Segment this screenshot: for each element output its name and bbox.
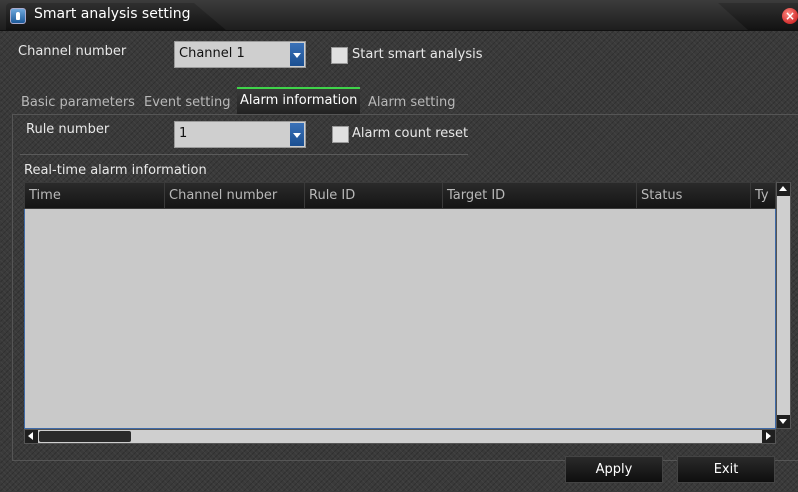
- tab-alarm-information[interactable]: Alarm information: [237, 87, 361, 114]
- tab-event-setting[interactable]: Event setting: [144, 92, 230, 114]
- exit-button[interactable]: Exit: [677, 456, 775, 483]
- apply-button[interactable]: Apply: [565, 456, 663, 483]
- column-header-time[interactable]: Time: [25, 183, 165, 208]
- rule-number-dropdown[interactable]: 1: [174, 121, 306, 148]
- rule-number-label: Rule number: [26, 122, 110, 137]
- tab-basic-parameters[interactable]: Basic parameters: [21, 92, 135, 114]
- window-title: Smart analysis setting: [34, 6, 191, 22]
- scroll-left-icon[interactable]: [25, 430, 38, 443]
- table-body[interactable]: [24, 209, 776, 429]
- scroll-down-icon[interactable]: [777, 415, 790, 428]
- column-header-status[interactable]: Status: [637, 183, 751, 208]
- divider: [20, 154, 468, 155]
- alarm-count-reset-checkbox[interactable]: [332, 126, 349, 143]
- channel-dropdown[interactable]: Channel 1: [174, 41, 306, 68]
- scroll-up-icon[interactable]: [777, 183, 790, 196]
- realtime-section-title: Real-time alarm information: [24, 163, 207, 178]
- column-header-target-id[interactable]: Target ID: [443, 183, 637, 208]
- chevron-down-icon[interactable]: [290, 123, 304, 146]
- start-smart-analysis-label: Start smart analysis: [352, 47, 483, 62]
- horizontal-scrollbar[interactable]: [24, 429, 776, 444]
- rule-number-value: 1: [179, 126, 188, 141]
- alarm-table: Time Channel number Rule ID Target ID St…: [24, 182, 791, 444]
- horizontal-scroll-thumb[interactable]: [39, 431, 131, 442]
- scroll-right-icon[interactable]: [762, 430, 775, 443]
- channel-value: Channel 1: [179, 46, 245, 61]
- chevron-down-icon[interactable]: [290, 43, 304, 66]
- close-icon[interactable]: ×: [782, 8, 798, 24]
- app-icon: [10, 8, 26, 24]
- column-header-type[interactable]: Ty: [751, 183, 775, 208]
- column-header-rule-id[interactable]: Rule ID: [305, 183, 443, 208]
- vertical-scrollbar[interactable]: [776, 182, 791, 429]
- table-header: Time Channel number Rule ID Target ID St…: [24, 182, 776, 209]
- channel-label: Channel number: [18, 44, 127, 59]
- alarm-count-reset-label: Alarm count reset: [352, 126, 469, 141]
- tab-alarm-setting[interactable]: Alarm setting: [368, 92, 455, 114]
- column-header-channel-number[interactable]: Channel number: [165, 183, 305, 208]
- start-smart-analysis-checkbox[interactable]: [331, 47, 348, 64]
